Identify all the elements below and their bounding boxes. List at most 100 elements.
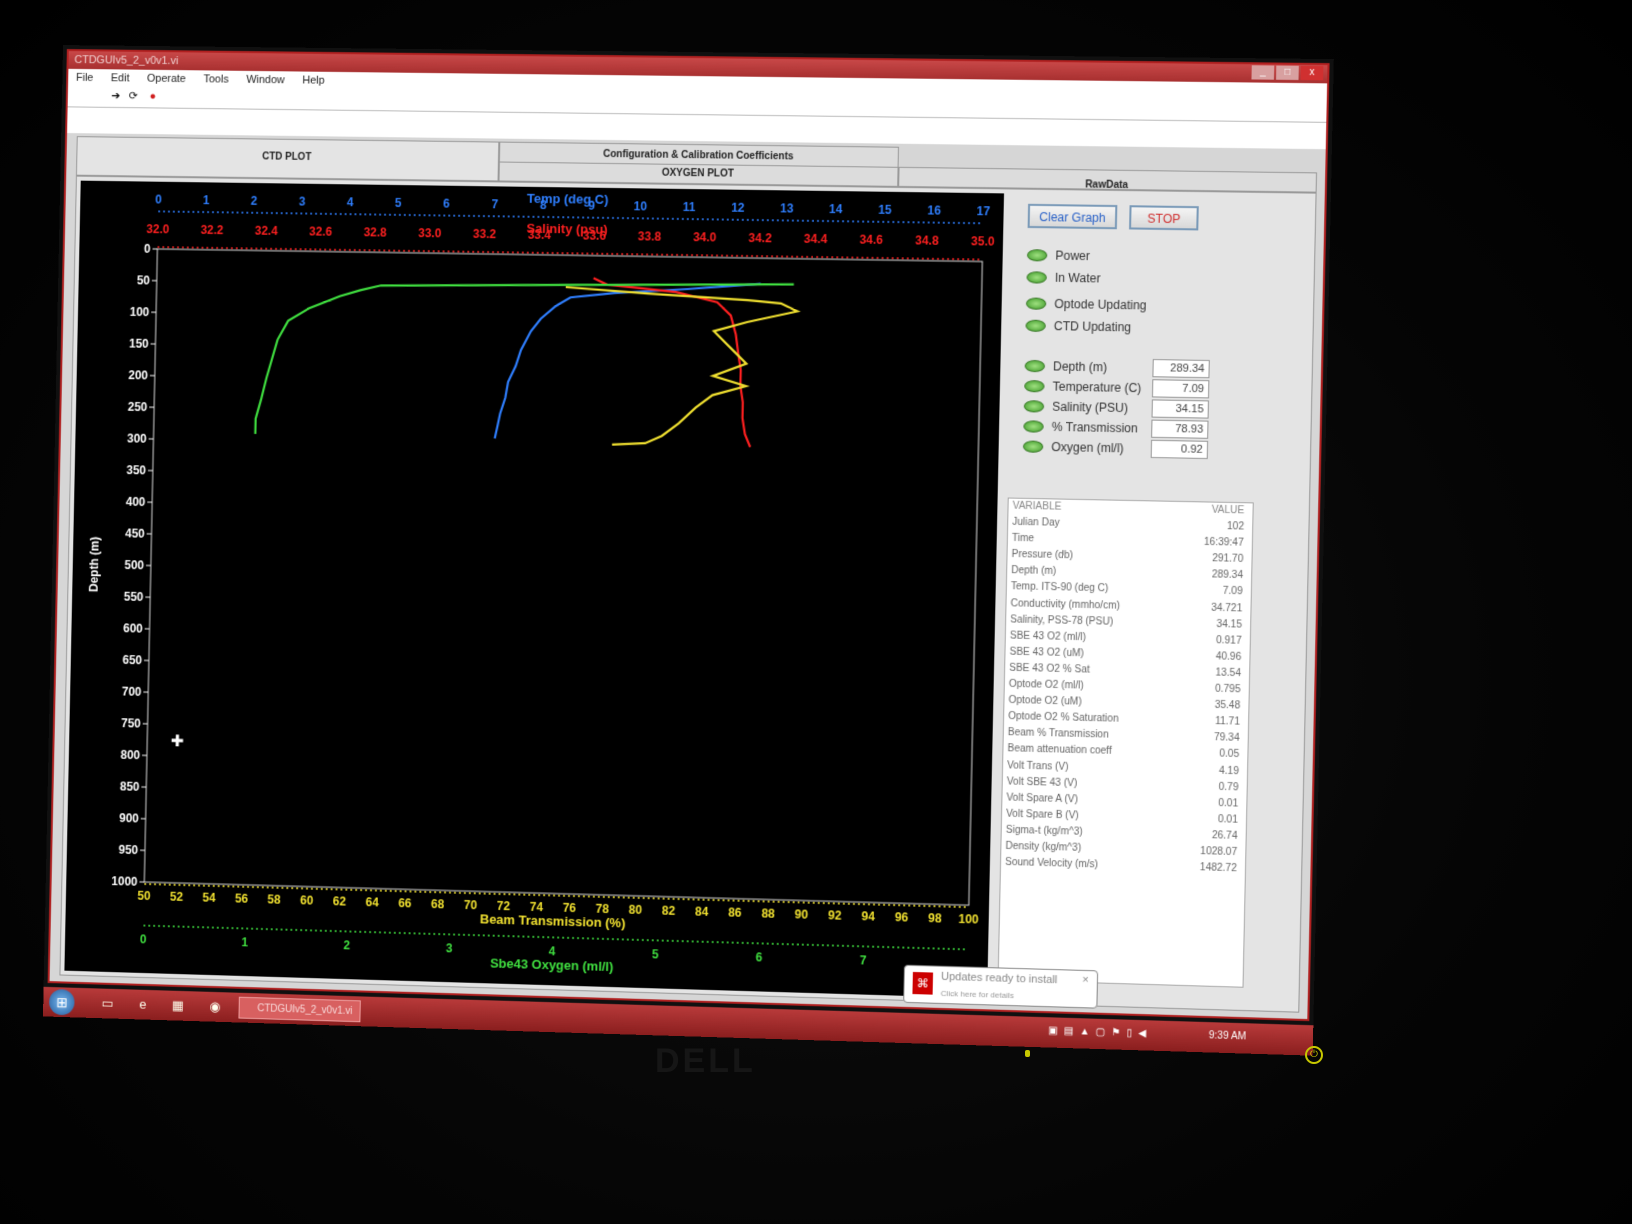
menu-tools[interactable]: Tools bbox=[203, 70, 229, 88]
menu-file[interactable]: File bbox=[76, 69, 94, 87]
close-button[interactable]: x bbox=[1300, 65, 1324, 81]
run-continuous-icon[interactable]: ⟳ bbox=[126, 89, 140, 103]
ctd-graph[interactable]: 0 50 100 150 200 250 300 350 400 450 500 550 600 650 7… bbox=[64, 180, 1005, 999]
window-title: CTDGUIv5_2_v0v1.vi bbox=[74, 54, 179, 68]
indicator-label: CTD Updating bbox=[1053, 319, 1132, 335]
variable-value: 0.917 bbox=[1215, 634, 1242, 647]
update-balloon[interactable]: ⌘ Updates ready to install Click here fo… bbox=[903, 964, 1099, 1009]
salinity-tick-label: 32.6 bbox=[309, 224, 333, 238]
transmission-tick-label: 52 bbox=[170, 890, 184, 904]
transmission-tick-label: 94 bbox=[861, 909, 875, 924]
transmission-tick-label: 66 bbox=[398, 896, 412, 910]
variable-value: 289.34 bbox=[1211, 569, 1244, 582]
readout-transmission-value: 78.93 bbox=[1151, 419, 1209, 439]
oxygen-tick-label: 1 bbox=[241, 935, 248, 949]
firefox-icon[interactable]: ◉ bbox=[205, 997, 225, 1017]
temp-tick-label: 11 bbox=[683, 200, 696, 214]
transmission-tick-label: 82 bbox=[662, 903, 676, 917]
y-tick-label: 50 bbox=[137, 273, 151, 287]
power-icon[interactable]: ⏻ bbox=[1305, 1046, 1323, 1064]
salinity-tick-label: 33.2 bbox=[473, 227, 497, 241]
readout-depth: Depth (m) bbox=[1024, 357, 1107, 377]
y-tick-label: 0 bbox=[144, 242, 151, 256]
network-icon[interactable]: ▣ bbox=[1048, 1025, 1058, 1036]
oxygen-axis-line bbox=[143, 926, 967, 950]
temp-tick-label: 0 bbox=[155, 192, 162, 206]
oxygen-axis-label: Sbe43 Oxygen (ml/l) bbox=[490, 955, 614, 974]
abort-icon[interactable]: ● bbox=[146, 90, 160, 104]
y-tick-label: 1000 bbox=[111, 874, 138, 889]
acrobat-tray-icon[interactable]: ▲ bbox=[1079, 1026, 1089, 1037]
readout-depth-value: 289.34 bbox=[1152, 359, 1210, 379]
y-axis-label: Depth (m) bbox=[87, 537, 102, 593]
indicator-ctd-updating: CTD Updating bbox=[1025, 317, 1131, 337]
variable-name: SBE 43 O2 (uM) bbox=[1009, 646, 1084, 660]
y-tick-label: 750 bbox=[121, 716, 141, 730]
salinity-tick-label: 32.8 bbox=[363, 225, 387, 239]
temp-tick-label: 5 bbox=[395, 196, 402, 210]
menu-window[interactable]: Window bbox=[246, 71, 285, 89]
y-tick-label: 100 bbox=[130, 305, 150, 319]
labview-icon[interactable]: ▦ bbox=[168, 996, 188, 1016]
temp-tick-label: 15 bbox=[878, 203, 892, 217]
menu-help[interactable]: Help bbox=[302, 72, 325, 90]
salinity-axis-label: Salinity (psu) bbox=[526, 221, 607, 237]
indicator-in-water: In Water bbox=[1026, 268, 1101, 287]
flag-icon[interactable]: ⚑ bbox=[1111, 1027, 1120, 1038]
explorer-icon[interactable]: ▭ bbox=[98, 993, 118, 1013]
ie-icon[interactable]: e bbox=[133, 994, 153, 1014]
taskbar-button-ctdgui[interactable]: CTDGUIv5_2_v0v1.vi bbox=[238, 996, 361, 1023]
y-tick-label: 900 bbox=[119, 811, 139, 825]
transmission-tick-label: 96 bbox=[895, 910, 909, 925]
side-panel: Clear Graph STOP Power In Water Optode U… bbox=[997, 200, 1309, 1004]
variable-value: 11.71 bbox=[1215, 716, 1241, 728]
readout-label: Temperature (C) bbox=[1052, 379, 1142, 396]
oxygen-tick-label: 7 bbox=[860, 953, 867, 967]
indicator-label: Power bbox=[1055, 248, 1091, 264]
oxygen-tick-label: 6 bbox=[755, 950, 762, 964]
menu-operate[interactable]: Operate bbox=[147, 70, 186, 88]
transmission-tick-label: 62 bbox=[333, 894, 347, 908]
led-icon bbox=[1023, 400, 1045, 413]
variable-name: Volt SBE 43 (V) bbox=[1006, 775, 1078, 789]
bluetooth-icon[interactable]: ▤ bbox=[1064, 1026, 1074, 1037]
salinity-tick-label: 34.0 bbox=[693, 230, 717, 244]
variable-value: 0.795 bbox=[1214, 683, 1241, 696]
readout-salinity: Salinity (PSU) bbox=[1023, 397, 1129, 417]
tab-ctd-plot[interactable]: CTD PLOT bbox=[75, 136, 500, 182]
temp-tick-label: 2 bbox=[251, 194, 258, 208]
variable-value: 40.96 bbox=[1215, 651, 1242, 663]
volume-icon[interactable]: ◀ bbox=[1138, 1028, 1146, 1039]
temp-tick-label: 3 bbox=[299, 194, 306, 208]
y-tick-label: 500 bbox=[124, 558, 144, 572]
variable-value: 34.721 bbox=[1210, 602, 1243, 615]
power-icon[interactable]: ▯ bbox=[1126, 1028, 1132, 1039]
start-button[interactable]: ⊞ bbox=[48, 988, 75, 1016]
minimize-button[interactable]: _ bbox=[1251, 65, 1275, 80]
oxygen-tick-label: 2 bbox=[343, 938, 350, 952]
maximize-button[interactable]: □ bbox=[1276, 65, 1299, 80]
run-arrow-icon[interactable]: ➔ bbox=[109, 89, 123, 103]
balloon-close-icon[interactable]: × bbox=[1082, 974, 1089, 986]
readout-temperature-value: 7.09 bbox=[1151, 379, 1210, 399]
clear-graph-button[interactable]: Clear Graph bbox=[1027, 203, 1118, 230]
transmission-tick-label: 50 bbox=[137, 889, 151, 903]
readout-label: % Transmission bbox=[1051, 419, 1138, 436]
oxygen-tick-label: 5 bbox=[652, 947, 659, 961]
transmission-tick-label: 68 bbox=[431, 897, 445, 911]
salinity-tick-label: 34.4 bbox=[804, 232, 828, 246]
salinity-tick-label: 34.6 bbox=[859, 232, 883, 247]
transmission-tick-label: 86 bbox=[728, 905, 742, 919]
stop-button[interactable]: STOP bbox=[1129, 205, 1199, 231]
salinity-tick-label: 35.0 bbox=[971, 234, 995, 249]
temp-series-line bbox=[495, 280, 761, 444]
display-icon[interactable]: ▢ bbox=[1096, 1027, 1106, 1038]
variable-table: VARIABLE VALUE Julian Day 102 Time 16:39:47… bbox=[997, 497, 1254, 988]
salinity-tick-label: 32.2 bbox=[200, 223, 224, 237]
led-icon bbox=[1023, 420, 1044, 433]
menu-edit[interactable]: Edit bbox=[111, 69, 130, 87]
oxygen-tick-label: 0 bbox=[140, 932, 147, 946]
ctd-plot-panel: 0 50 100 150 200 250 300 350 400 450 500 550 600 650 7… bbox=[59, 175, 1317, 1013]
variable-name: Volt Spare B (V) bbox=[1006, 808, 1079, 822]
variable-name: Sigma-t (kg/m^3) bbox=[1005, 824, 1083, 838]
